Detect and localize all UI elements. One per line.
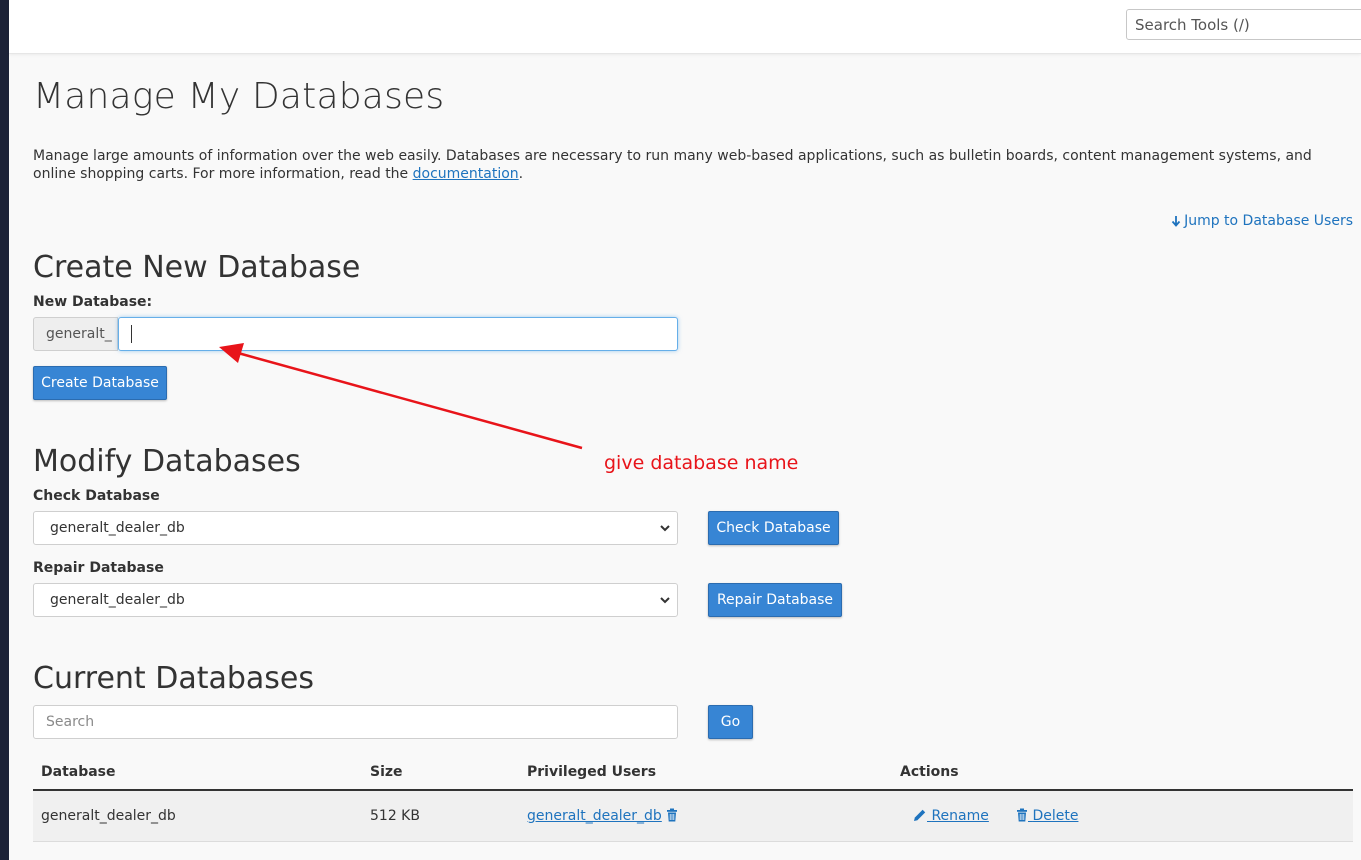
delete-label: Delete xyxy=(1032,808,1079,824)
check-database-label: Check Database xyxy=(33,488,160,504)
databases-table: Database Size Privileged Users Actions g… xyxy=(33,754,1353,860)
column-actions: Actions xyxy=(900,764,959,780)
new-database-label: New Database: xyxy=(33,294,153,310)
check-database-button[interactable]: Check Database xyxy=(708,511,839,545)
privileged-user-link[interactable]: generalt_dealer_db xyxy=(527,808,662,824)
database-search-input[interactable] xyxy=(34,706,677,738)
intro-end: . xyxy=(518,166,524,182)
create-database-button[interactable]: Create Database xyxy=(33,366,167,400)
create-database-heading: Create New Database xyxy=(33,250,361,285)
database-search-field[interactable] xyxy=(33,705,678,739)
rename-label: Rename xyxy=(931,808,989,824)
column-size[interactable]: Size xyxy=(370,764,403,780)
annotation-text: give database name xyxy=(604,452,799,474)
arrow-down-icon xyxy=(1171,216,1181,227)
sidebar-edge xyxy=(0,0,9,860)
database-prefix: generalt_ xyxy=(33,317,118,351)
column-privileged-users: Privileged Users xyxy=(527,764,657,780)
check-database-selected: generalt_dealer_db xyxy=(50,520,185,536)
table-row: generalt_dealer_db 512 KB generalt_deale… xyxy=(33,791,1353,842)
current-databases-heading: Current Databases xyxy=(33,661,314,696)
rename-action[interactable]: Rename xyxy=(913,808,989,824)
database-size: 512 KB xyxy=(370,808,420,824)
table-header: Database Size Privileged Users Actions xyxy=(33,754,1353,791)
intro-text: Manage large amounts of information over… xyxy=(33,147,1333,183)
new-database-input[interactable] xyxy=(119,318,677,350)
repair-database-select[interactable]: generalt_dealer_db xyxy=(33,583,678,617)
jump-to-database-users-link[interactable]: Jump to Database Users xyxy=(1171,213,1353,229)
trash-icon[interactable] xyxy=(666,808,678,822)
delete-action[interactable]: Delete xyxy=(1016,808,1078,824)
privileged-user-cell: generalt_dealer_db xyxy=(527,808,678,824)
annotation-arrow-line xyxy=(237,351,583,450)
repair-database-selected: generalt_dealer_db xyxy=(50,592,185,608)
search-tools-field[interactable] xyxy=(1126,9,1361,40)
column-database[interactable]: Database xyxy=(41,764,116,780)
table-row xyxy=(33,842,1353,860)
new-database-field[interactable] xyxy=(118,317,678,351)
chevron-down-icon xyxy=(660,525,670,532)
documentation-link[interactable]: documentation xyxy=(413,166,519,182)
trash-icon xyxy=(1017,808,1027,822)
top-bar xyxy=(9,0,1361,54)
database-name: generalt_dealer_db xyxy=(41,808,176,824)
pencil-icon xyxy=(914,809,926,821)
chevron-down-icon xyxy=(660,597,670,604)
check-database-select[interactable]: generalt_dealer_db xyxy=(33,511,678,545)
jump-link-label: Jump to Database Users xyxy=(1184,213,1353,229)
repair-database-button[interactable]: Repair Database xyxy=(708,583,842,617)
modify-databases-heading: Modify Databases xyxy=(33,444,301,479)
go-button[interactable]: Go xyxy=(708,705,753,739)
repair-database-label: Repair Database xyxy=(33,560,164,576)
intro-body: Manage large amounts of information over… xyxy=(33,148,1312,182)
page-title: Manage My Databases xyxy=(33,76,445,117)
text-caret xyxy=(131,325,132,343)
search-tools-input[interactable] xyxy=(1135,15,1357,34)
